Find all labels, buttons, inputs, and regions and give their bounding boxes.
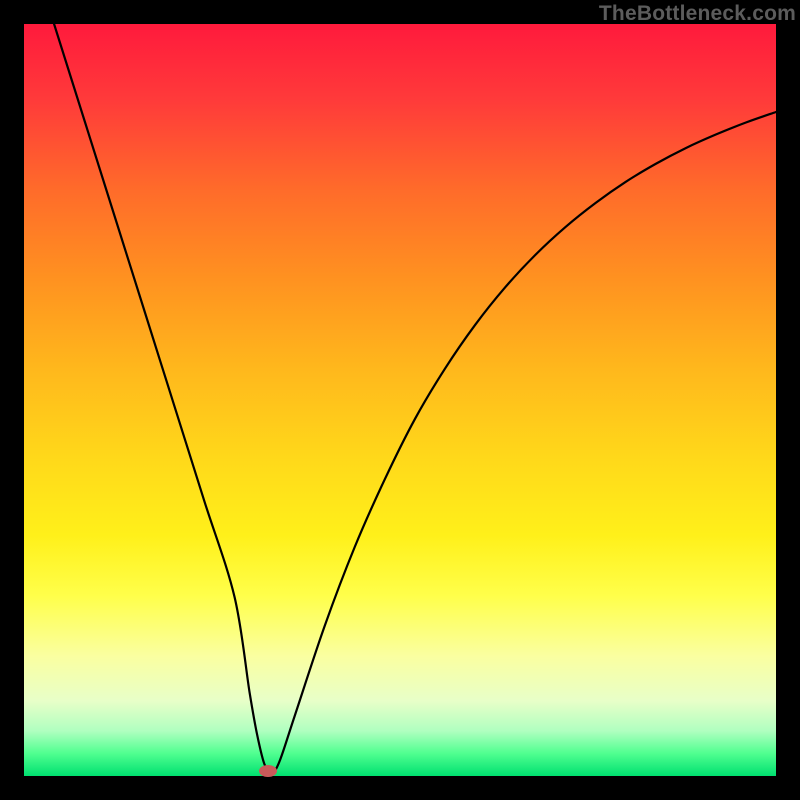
bottleneck-curve bbox=[24, 24, 776, 776]
watermark-text: TheBottleneck.com bbox=[599, 2, 796, 26]
chart-container: TheBottleneck.com bbox=[0, 0, 800, 800]
plot-area bbox=[24, 24, 776, 776]
optimal-point-marker bbox=[259, 765, 277, 777]
